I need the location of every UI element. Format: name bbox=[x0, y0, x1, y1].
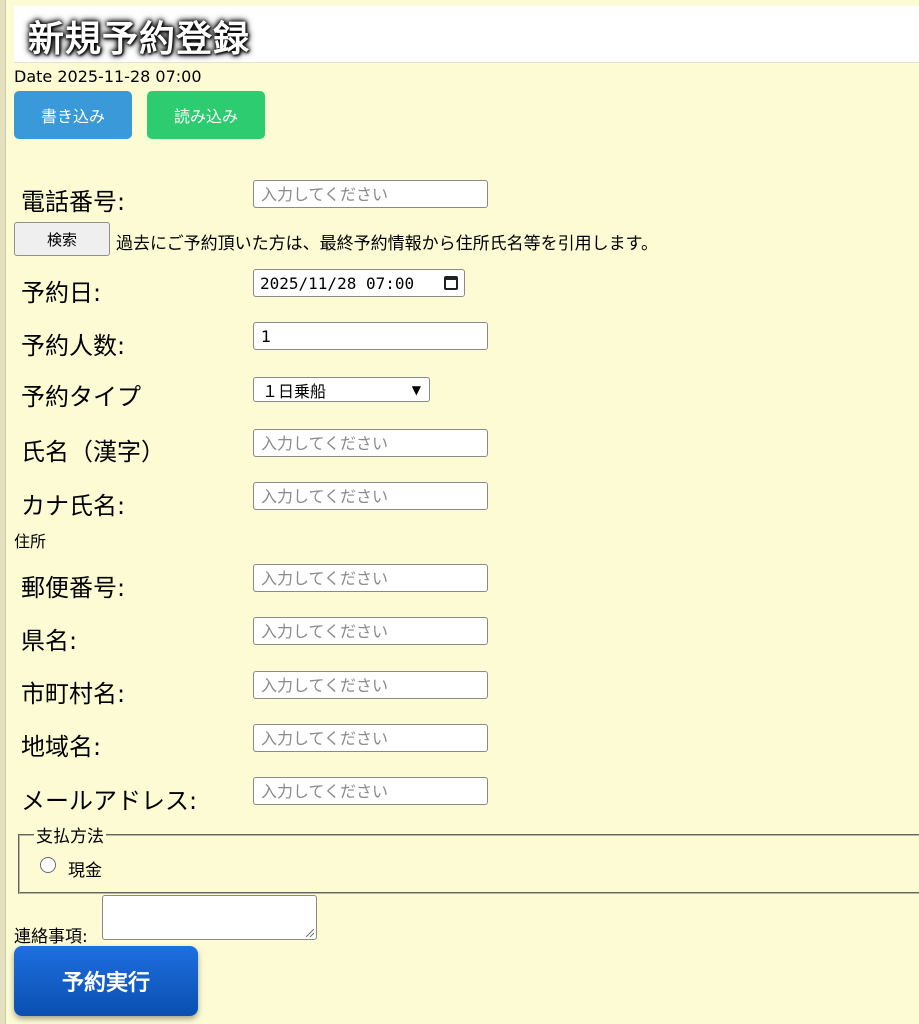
postal-code-label: 郵便番号: bbox=[21, 574, 126, 602]
notes-textarea[interactable] bbox=[102, 895, 317, 940]
postal-code-input[interactable] bbox=[253, 564, 488, 592]
submit-reservation-button[interactable]: 予約実行 bbox=[14, 946, 198, 1016]
email-input[interactable] bbox=[253, 777, 488, 805]
search-button[interactable]: 検索 bbox=[14, 222, 110, 256]
reservation-date-label: 予約日: bbox=[21, 279, 102, 307]
window-edge bbox=[0, 0, 6, 1024]
phone-label: 電話番号: bbox=[21, 188, 126, 216]
reservation-type-select[interactable]: １日乗船 ▼ bbox=[253, 377, 430, 402]
area-input[interactable] bbox=[253, 724, 488, 752]
notes-label: 連絡事項: bbox=[14, 927, 88, 947]
people-count-label: 予約人数: bbox=[21, 332, 126, 360]
resize-handle-icon[interactable] bbox=[306, 929, 314, 937]
name-kana-label: カナ氏名: bbox=[21, 492, 126, 520]
people-count-input[interactable] bbox=[253, 322, 488, 350]
phone-input[interactable] bbox=[253, 180, 488, 208]
email-label: メールアドレス: bbox=[21, 787, 198, 815]
chevron-down-icon: ▼ bbox=[411, 382, 421, 397]
read-button[interactable]: 読み込み bbox=[147, 91, 265, 139]
payment-method-group: 支払方法 bbox=[18, 822, 919, 894]
title-bar: 新規予約登録 bbox=[14, 6, 919, 63]
reservation-date-value: 2025/11/28 07:00 bbox=[260, 273, 415, 293]
prefecture-label: 県名: bbox=[21, 627, 78, 655]
page-title: 新規予約登録 bbox=[28, 19, 251, 60]
city-label: 市町村名: bbox=[21, 680, 126, 708]
write-button[interactable]: 書き込み bbox=[14, 91, 132, 139]
city-input[interactable] bbox=[253, 671, 488, 699]
area-label: 地域名: bbox=[21, 733, 102, 761]
search-note: 過去にご予約頂いた方は、最終予約情報から住所氏名等を引用します。 bbox=[116, 234, 658, 254]
address-heading: 住所 bbox=[14, 532, 47, 551]
name-kanji-label: 氏名（漢字） bbox=[21, 438, 165, 466]
cash-radio-label[interactable]: 現金 bbox=[68, 856, 102, 881]
reservation-type-selected: １日乗船 bbox=[262, 381, 327, 401]
name-kana-input[interactable] bbox=[253, 482, 488, 510]
date-display: Date 2025-11-28 07:00 bbox=[14, 67, 202, 86]
reservation-type-label: 予約タイプ bbox=[21, 383, 141, 411]
calendar-icon[interactable] bbox=[444, 276, 458, 290]
payment-method-legend: 支払方法 bbox=[36, 827, 104, 847]
name-kanji-input[interactable] bbox=[253, 429, 488, 457]
reservation-date-input[interactable]: 2025/11/28 07:00 bbox=[253, 269, 465, 297]
cash-radio[interactable] bbox=[40, 857, 56, 873]
prefecture-input[interactable] bbox=[253, 617, 488, 645]
